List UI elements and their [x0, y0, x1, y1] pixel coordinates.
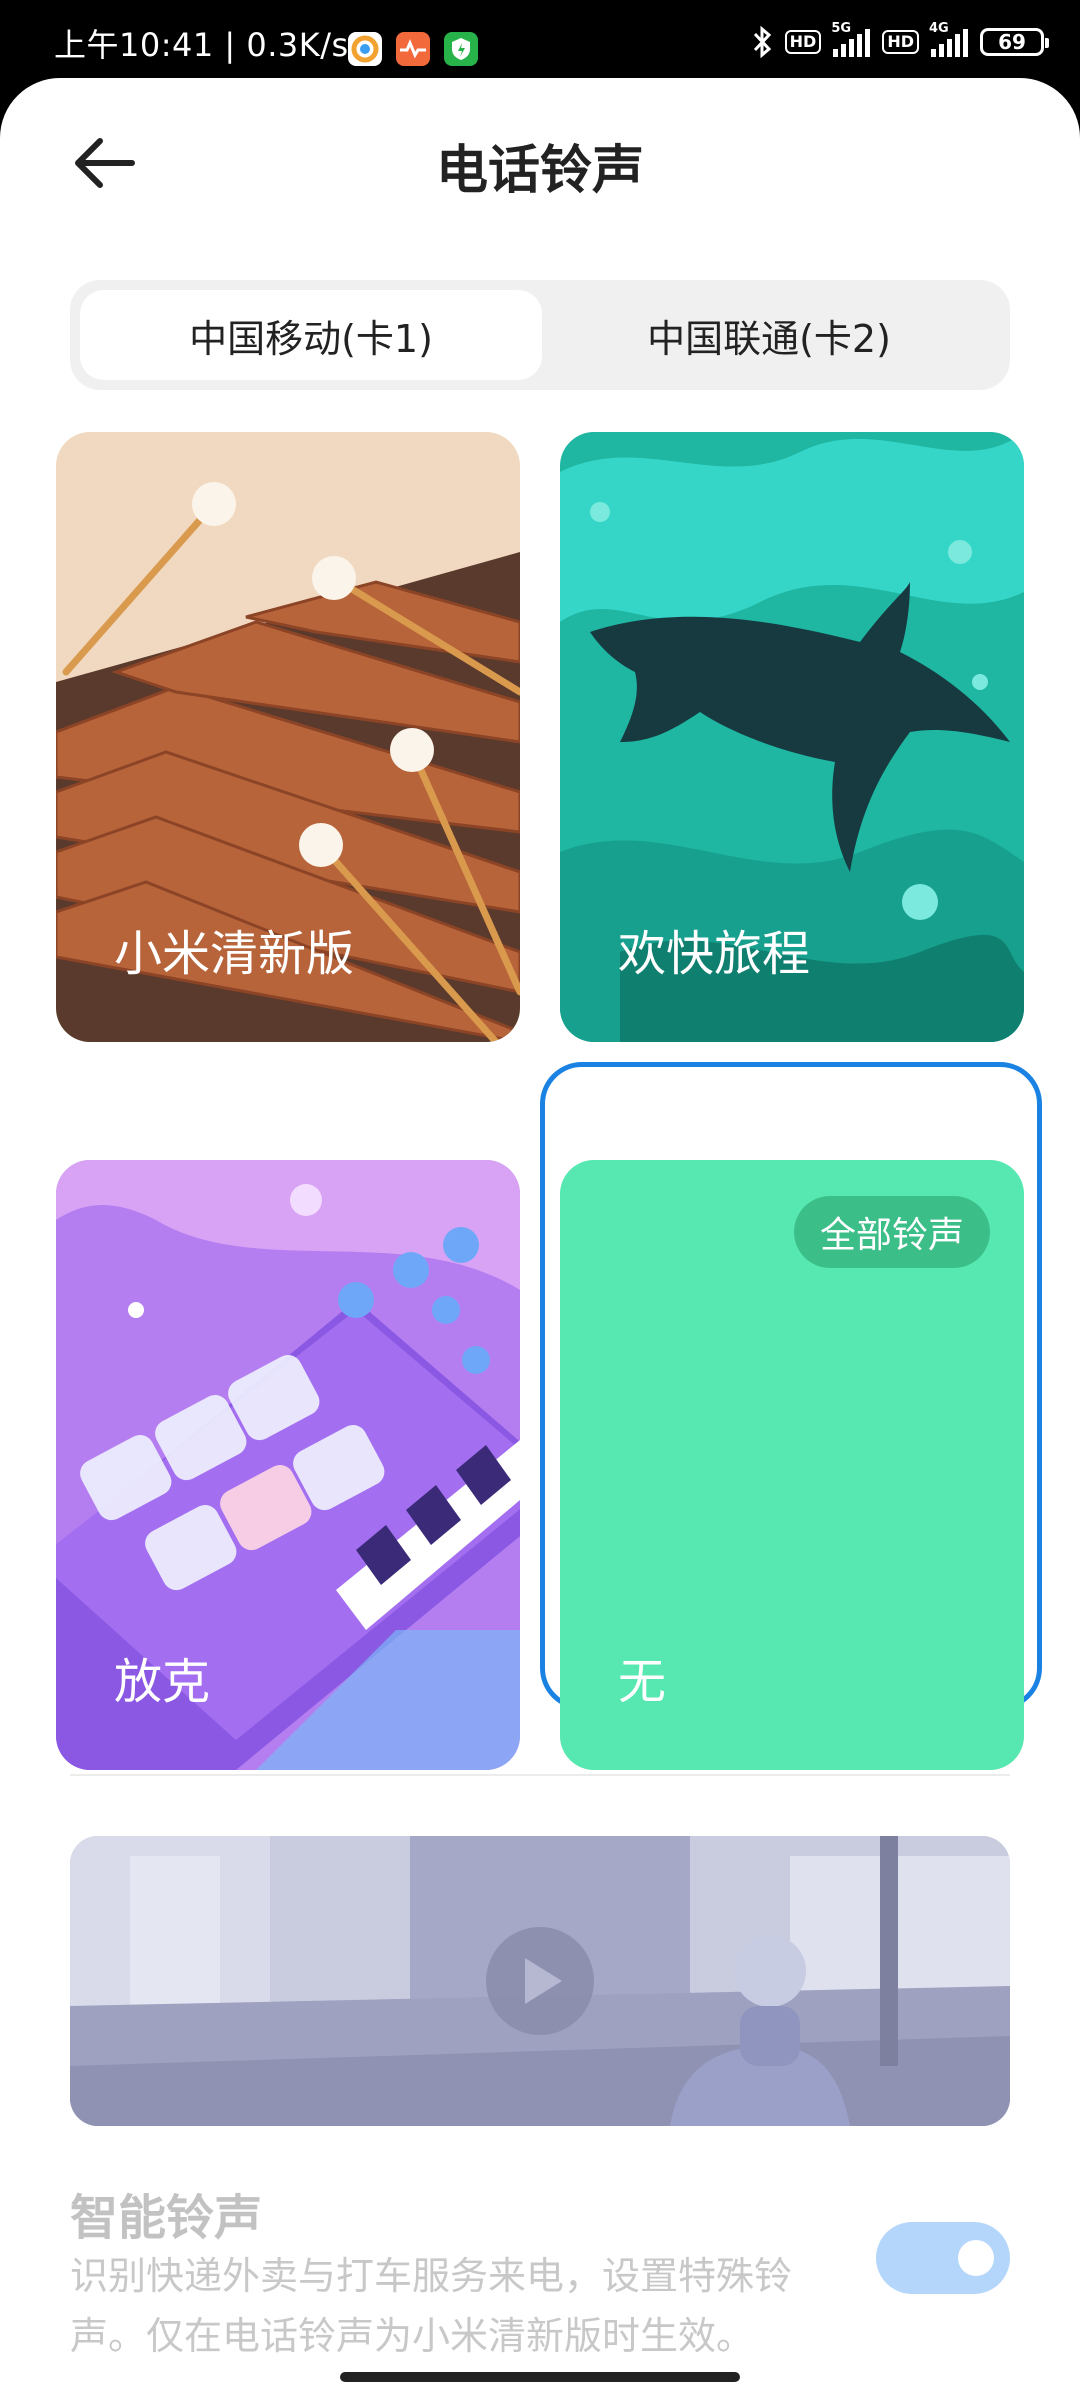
signal-5g-icon: 5G — [831, 21, 871, 57]
health-app-icon — [396, 32, 430, 66]
bluetooth-icon — [753, 25, 771, 59]
ringtone-card-xiaomi-fresh[interactable]: 小米清新版 — [56, 432, 520, 1042]
sim-tabs: 中国移动(卡1) 中国联通(卡2) — [70, 280, 1010, 390]
ringtone-label: 无 — [618, 1654, 667, 1710]
security-app-icon — [444, 32, 478, 66]
net-4g-label: 4G — [929, 21, 949, 36]
status-time-speed: 上午10:41 | 0.3K/s — [54, 26, 349, 64]
status-indicators: HD 5G HD 4G 69 — [751, 21, 1049, 62]
all-ringtones-button[interactable]: 全部铃声 — [793, 1196, 990, 1268]
ringtone-settings-screen: 电话铃声 中国移动(卡1) 中国联通(卡2) 小米清新版 欢快旅程 放克 全部铃… — [0, 78, 1080, 2400]
home-indicator[interactable] — [340, 2372, 740, 2382]
tab-sim2[interactable]: 中国联通(卡2) — [538, 290, 1000, 380]
section-divider — [70, 1774, 1010, 1776]
status-bar: 上午10:41 | 0.3K/s HD 5G HD 4G 69 — [0, 0, 1080, 80]
battery-icon: 69 — [980, 28, 1049, 56]
smart-ringtone-title: 智能铃声 — [70, 2190, 263, 2246]
signal-4g-icon: 4G — [929, 21, 968, 57]
hd-voice-badge: HD — [784, 30, 822, 54]
ringtone-label: 放克 — [114, 1654, 211, 1710]
page-title: 电话铃声 — [435, 141, 644, 201]
street-scene-illustration — [70, 1836, 1010, 2126]
toggle-knob — [958, 2240, 994, 2276]
ringtone-label: 欢快旅程 — [618, 926, 811, 982]
hd-voice-badge-2: HD — [882, 30, 919, 54]
ringtone-card-happy-journey[interactable]: 欢快旅程 — [560, 432, 1024, 1042]
smart-ringtone-description: 识别快递外卖与打车服务来电，设置特殊铃声。仅在电话铃声为小米清新版时生效。 — [70, 2254, 793, 2358]
smart-ringtone-video[interactable] — [70, 1836, 1010, 2126]
ringtone-card-none[interactable]: 全部铃声 无 — [560, 1160, 1024, 1770]
net-5g-label: 5G — [831, 21, 852, 36]
tab-sim1[interactable]: 中国移动(卡1) — [80, 290, 542, 380]
smart-ringtone-toggle[interactable] — [876, 2222, 1010, 2294]
ringtone-label: 小米清新版 — [114, 926, 355, 982]
browser-app-icon — [348, 32, 382, 66]
ringtone-card-funk[interactable]: 放克 — [56, 1160, 520, 1770]
